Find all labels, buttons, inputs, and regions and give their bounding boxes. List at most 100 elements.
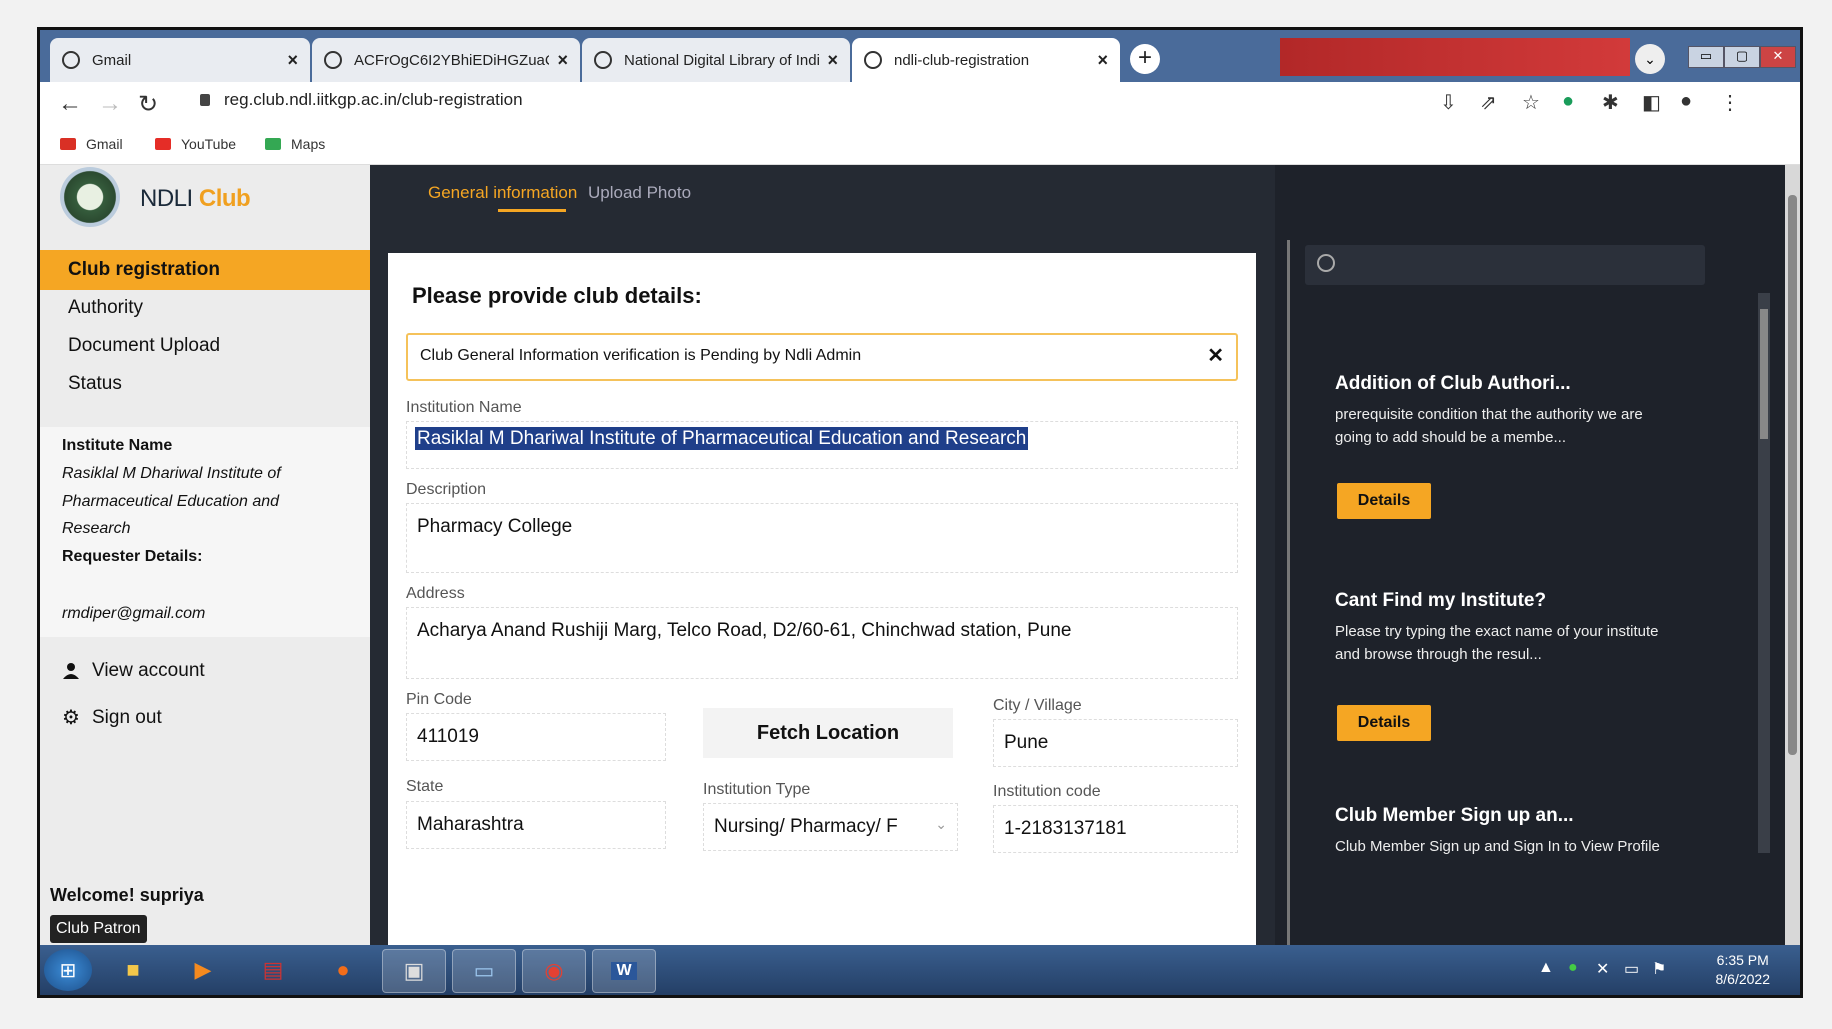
install-icon[interactable]: ⇩ — [1440, 90, 1457, 115]
sidebar: NDLI Club Club registration Authority Do… — [40, 165, 370, 945]
address-label: Address — [406, 585, 465, 602]
requester-heading: Requester Details: — [62, 548, 203, 565]
institution-code-input[interactable]: 1-2183137181 — [993, 805, 1238, 853]
city-input[interactable]: Pune — [993, 719, 1238, 767]
address-bar[interactable]: reg.club.ndl.iitkgp.ac.in/club-registrat… — [200, 90, 523, 110]
pin-code-label: Pin Code — [406, 691, 472, 708]
address-input[interactable]: Acharya Anand Rushiji Marg, Telco Road, … — [406, 607, 1238, 679]
tab-general-information[interactable]: General information — [428, 183, 577, 203]
back-icon[interactable]: ← — [58, 90, 82, 118]
help-panel-scrollbar[interactable] — [1758, 293, 1770, 853]
chrome-icon[interactable]: ◉ — [522, 949, 586, 993]
file-explorer-icon[interactable]: ■ — [102, 949, 164, 991]
menu-icon[interactable]: ⋮ — [1720, 90, 1740, 115]
close-tab-icon[interactable]: × — [287, 50, 298, 71]
state-label: State — [406, 778, 444, 795]
reload-icon[interactable]: ↻ — [138, 90, 158, 119]
close-window-icon[interactable]: ✕ — [1760, 46, 1796, 68]
bookmark-youtube[interactable]: YouTube — [155, 136, 236, 152]
help-panel: Addition of Club Authori... prerequisite… — [1275, 165, 1800, 945]
tab-pdf[interactable]: ACFrOgC6I2YBhiEDiHGZuaCyoM × — [312, 38, 580, 82]
gmail-icon — [60, 138, 76, 150]
help-card-title: Cant Find my Institute? — [1335, 590, 1547, 611]
bookmark-maps[interactable]: Maps — [265, 136, 325, 152]
help-card-title: Club Member Sign up an... — [1335, 805, 1574, 826]
profile-icon[interactable]: ● — [1680, 90, 1692, 113]
tab-upload-photo[interactable]: Upload Photo — [588, 183, 691, 203]
close-icon[interactable]: ✕ — [1207, 335, 1224, 377]
winrar-icon[interactable]: ▤ — [242, 949, 304, 991]
sign-out-link[interactable]: ⚙ Sign out — [62, 707, 162, 729]
flag-icon[interactable]: ⚑ — [1652, 959, 1666, 979]
sidebar-item-status[interactable]: Status — [40, 364, 370, 404]
help-card-text: Club Member Sign up and Sign In to View … — [1335, 838, 1660, 855]
forward-icon[interactable]: → — [98, 90, 122, 118]
help-search-input[interactable] — [1305, 245, 1705, 285]
pin-code-input[interactable]: 411019 — [406, 713, 666, 761]
share-icon[interactable]: ⇗ — [1480, 90, 1497, 115]
sidebar-icon[interactable]: ◧ — [1642, 90, 1661, 115]
institute-heading: Institute Name — [62, 437, 173, 454]
display-app-icon[interactable]: ▭ — [452, 949, 516, 993]
puzzle-icon[interactable]: ✱ — [1602, 90, 1619, 115]
ndli-favicon — [864, 51, 882, 69]
firefox-icon[interactable]: ● — [312, 949, 374, 991]
page-scrollbar[interactable] — [1785, 165, 1800, 945]
institution-name-label: Institution Name — [406, 399, 522, 416]
sidebar-item-club-registration[interactable]: Club registration — [40, 250, 370, 290]
media-player-icon[interactable]: ▶ — [172, 949, 234, 991]
bookmark-gmail[interactable]: Gmail — [60, 136, 123, 152]
extension-icon[interactable]: ● — [1562, 90, 1574, 113]
bookmarks-bar: Gmail YouTube Maps — [40, 126, 1800, 165]
close-tab-icon[interactable]: × — [557, 50, 568, 71]
tab-ndli[interactable]: National Digital Library of India × — [582, 38, 850, 82]
state-input[interactable]: Maharashtra — [406, 801, 666, 849]
institution-type-label: Institution Type — [703, 781, 811, 798]
close-tab-icon[interactable]: × — [827, 50, 838, 71]
welcome-text: Welcome! supriya — [50, 885, 204, 905]
help-card-text: Please try typing the exact name of your… — [1335, 623, 1659, 663]
speaker-muted-icon[interactable]: ✕ — [1596, 959, 1609, 979]
gear-icon: ⚙ — [62, 707, 80, 729]
sidebar-item-document-upload[interactable]: Document Upload — [40, 326, 370, 366]
windows-taskbar: ⊞ ■ ▶ ▤ ● ▣ ▭ ◉ W ▲ ● ✕ ▭ ⚑ 6:35 PM 8/6/… — [40, 945, 1800, 995]
details-button[interactable]: Details — [1337, 483, 1431, 519]
tray-app-icon[interactable]: ● — [1568, 959, 1578, 977]
browser-window: Gmail × ACFrOgC6I2YBhiEDiHGZuaCyoM × Nat… — [40, 30, 1800, 995]
youtube-icon — [155, 138, 171, 150]
institute-name-line: Rasiklal M Dhariwal Institute of — [62, 465, 281, 482]
institution-type-select[interactable]: Nursing/ Pharmacy/ F ⌄ — [703, 803, 958, 851]
network-icon[interactable]: ▭ — [1624, 959, 1639, 979]
start-button[interactable]: ⊞ — [44, 949, 92, 991]
scanner-app-icon[interactable]: ▣ — [382, 949, 446, 993]
page-content: NDLI Club Club registration Authority Do… — [40, 165, 1800, 945]
description-input[interactable]: Pharmacy College — [406, 503, 1238, 573]
word-icon[interactable]: W — [592, 949, 656, 993]
institution-name-input[interactable]: Rasiklal M Dhariwal Institute of Pharmac… — [406, 421, 1238, 469]
tab-club-registration[interactable]: ndli-club-registration × — [852, 38, 1120, 82]
requester-email: rmdiper@gmail.com — [62, 605, 206, 622]
pending-alert: Club General Information verification is… — [406, 333, 1238, 381]
tab-gmail[interactable]: Gmail × — [50, 38, 310, 82]
details-button[interactable]: Details — [1337, 705, 1431, 741]
institution-code-label: Institution code — [993, 783, 1101, 800]
google-icon — [62, 51, 80, 69]
tab-strip: Gmail × ACFrOgC6I2YBhiEDiHGZuaCyoM × Nat… — [40, 30, 1800, 82]
system-clock[interactable]: 6:35 PM 8/6/2022 — [1716, 951, 1771, 989]
windows-icon: ⊞ — [59, 959, 77, 982]
active-tab-indicator — [498, 209, 566, 212]
sidebar-item-authority[interactable]: Authority — [40, 288, 370, 328]
fetch-location-button[interactable]: Fetch Location — [703, 708, 953, 758]
tray-chevron-icon[interactable]: ▲ — [1538, 959, 1554, 977]
role-badge: Club Patron — [50, 915, 147, 943]
description-label: Description — [406, 481, 487, 498]
close-tab-icon[interactable]: × — [1097, 50, 1108, 71]
minimize-icon[interactable]: ▭ — [1688, 46, 1724, 68]
new-tab-button[interactable]: + — [1130, 44, 1160, 74]
view-account-link[interactable]: View account — [62, 660, 205, 682]
maximize-icon[interactable]: ▢ — [1724, 46, 1760, 68]
help-card-text: prerequisite condition that the authorit… — [1335, 406, 1643, 446]
chevron-down-icon[interactable]: ⌄ — [1635, 44, 1665, 74]
brand-name: NDLI Club — [140, 185, 251, 212]
star-icon[interactable]: ☆ — [1522, 90, 1540, 115]
